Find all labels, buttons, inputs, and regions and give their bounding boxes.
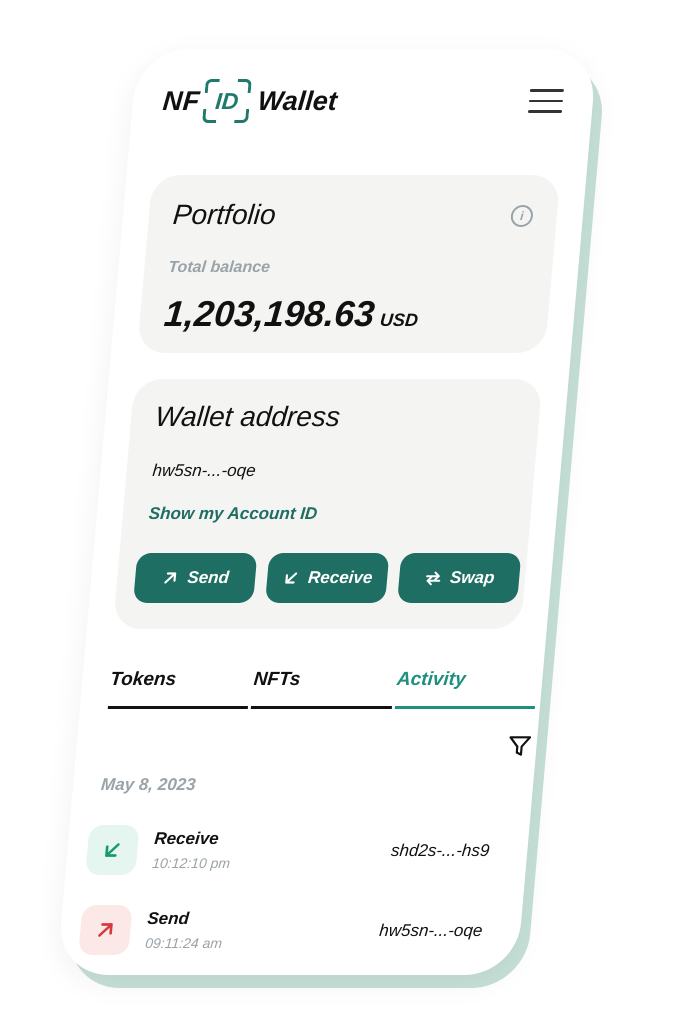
balance-value: 1,203,198.63 (162, 293, 377, 334)
arrow-down-left-icon (105, 843, 120, 857)
wallet-address-card: Wallet address hw5sn-...-oqe Show my Acc… (112, 379, 543, 629)
logo-nf-text: NF (161, 85, 202, 116)
portfolio-card: Portfolio i Total balance 1,203,198.63 U… (136, 175, 561, 353)
balance-currency: USD (379, 310, 419, 330)
activity-date: May 8, 2023 (100, 775, 197, 794)
total-balance-label: Total balance (167, 259, 271, 276)
send-button-label: Send (186, 568, 230, 587)
receive-button[interactable]: Receive (265, 553, 390, 603)
receive-tx-icon-badge (85, 825, 140, 875)
transaction-time: 09:11:24 am (144, 935, 223, 951)
transaction-address: shd2s-...-hs9 (390, 841, 491, 860)
swap-button-label: Swap (449, 568, 496, 587)
wallet-address-title: Wallet address (153, 401, 342, 432)
transaction-type: Send (146, 909, 190, 928)
show-account-id-link[interactable]: Show my Account ID (148, 504, 318, 524)
transaction-row[interactable]: Receive 10:12:10 pm shd2s-...-hs9 (85, 825, 510, 881)
tab-nfts[interactable]: NFTs (251, 669, 395, 709)
receive-button-label: Receive (307, 568, 374, 587)
logo-id-frame: ID (202, 79, 252, 123)
transaction-time: 10:12:10 pm (151, 855, 231, 871)
transaction-type: Receive (153, 829, 220, 848)
filter-funnel-icon[interactable] (505, 733, 533, 759)
arrow-up-right-icon (164, 572, 177, 584)
portfolio-title: Portfolio (171, 199, 278, 230)
wallet-actions: Send Receive Swap (133, 553, 522, 603)
hamburger-menu-icon[interactable] (527, 89, 565, 119)
arrow-up-right-icon (98, 923, 113, 937)
arrow-down-left-icon (285, 572, 298, 584)
app-content: NF ID Wallet Portfolio i Total balance 1… (56, 49, 597, 975)
transaction-address: hw5sn-...-oqe (378, 921, 484, 940)
tab-activity[interactable]: Activity (394, 669, 539, 709)
logo-wallet-text: Wallet (256, 85, 339, 116)
wallet-address-value[interactable]: hw5sn-...-oqe (152, 461, 257, 481)
swap-button[interactable]: Swap (397, 553, 522, 603)
asset-tabs: Tokens NFTs Activity (107, 669, 541, 709)
send-button[interactable]: Send (133, 553, 258, 603)
send-tx-icon-badge (78, 905, 133, 955)
phone-screen: NF ID Wallet Portfolio i Total balance 1… (56, 49, 598, 975)
stage: NF ID Wallet Portfolio i Total balance 1… (0, 0, 676, 1036)
app-header: NF ID Wallet (160, 79, 565, 131)
info-icon[interactable]: i (509, 205, 534, 227)
total-balance: 1,203,198.63 USD (162, 293, 420, 335)
tab-tokens[interactable]: Tokens (107, 669, 252, 709)
logo-id-text: ID (214, 88, 240, 114)
nfid-wallet-logo[interactable]: NF ID Wallet (161, 79, 339, 123)
transaction-row[interactable]: Send 09:11:24 am hw5sn-...-oqe (78, 905, 503, 961)
swap-arrows-icon (425, 571, 441, 586)
